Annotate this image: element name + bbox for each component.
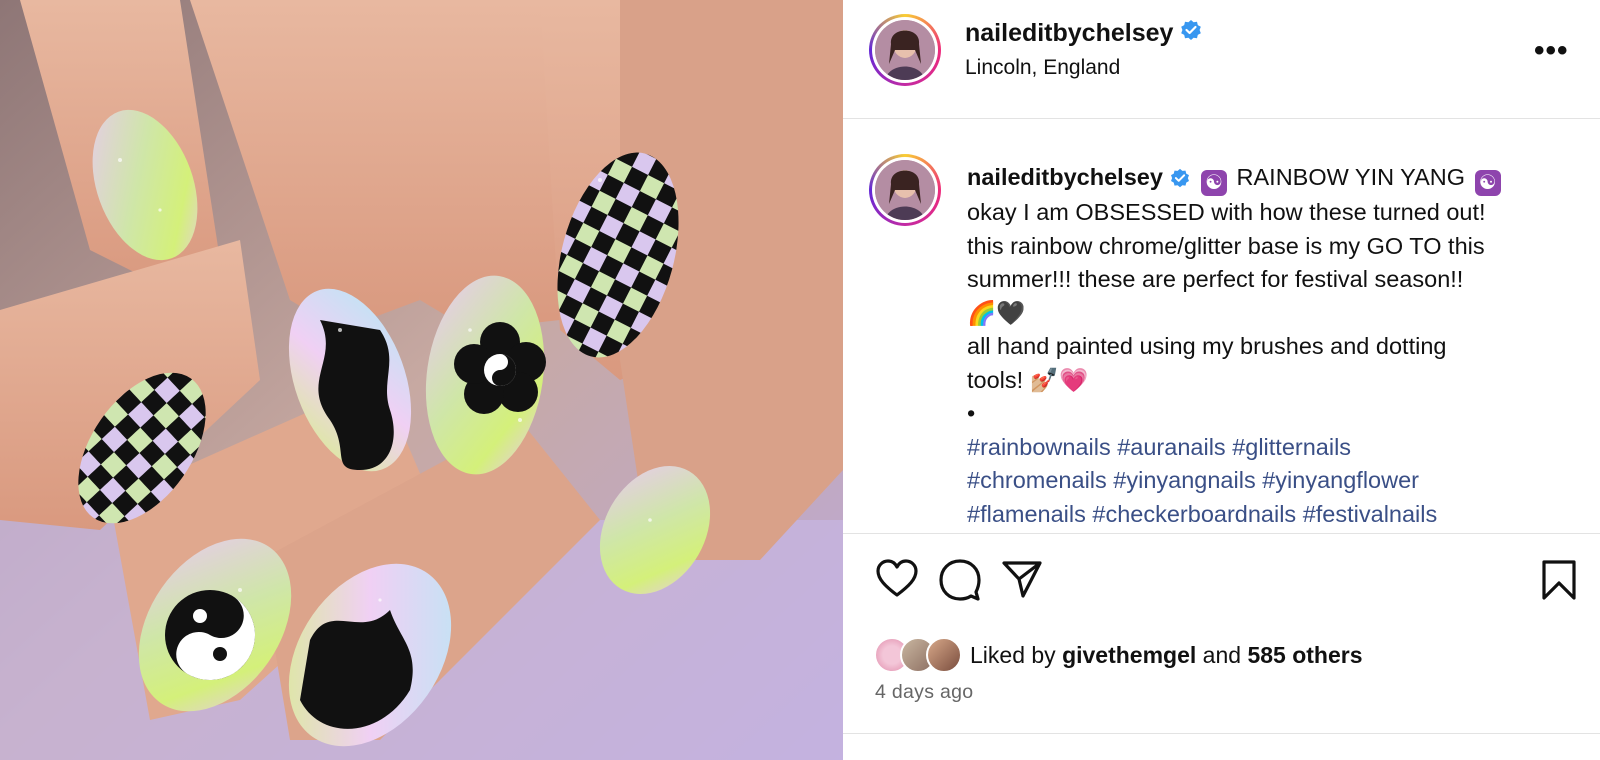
likes-others-count[interactable]: 585 others: [1247, 642, 1362, 668]
caption-avatar-image: [875, 160, 935, 220]
hashtag-line[interactable]: #flamenails #checkerboardnails #festival…: [967, 498, 1567, 532]
post-caption: naileditbychelsey ☯ RAINBOW YIN YANG ☯ o…: [967, 161, 1567, 531]
avatar-image: [875, 20, 935, 80]
likes-summary: Liked by givethemgel and 585 others: [970, 642, 1363, 669]
more-options-icon[interactable]: •••: [1534, 34, 1569, 68]
rainbow-heart-emoji-icon: 🌈🖤: [967, 299, 1026, 326]
caption-line: this rainbow chrome/glitter base is my G…: [967, 232, 1485, 259]
yin-yang-emoji-icon: ☯: [1200, 170, 1227, 196]
caption-avatar[interactable]: [869, 154, 941, 226]
post-author-username[interactable]: naileditbychelsey: [965, 19, 1173, 48]
avatar[interactable]: [869, 14, 941, 86]
caption-line: okay I am OBSESSED with how these turned…: [967, 199, 1486, 225]
comment-icon[interactable]: [938, 559, 982, 606]
post-location[interactable]: Lincoln, England: [965, 56, 1120, 80]
divider: [843, 733, 1600, 734]
post-photo[interactable]: [0, 0, 843, 760]
instagram-post: naileditbychelsey Lincoln, England ••• n…: [0, 0, 1600, 760]
hashtag-line[interactable]: #rainbownails #auranails #glitternails: [967, 431, 1567, 465]
caption-line: summer!!! these are perfect for festival…: [967, 266, 1464, 292]
liked-by-username[interactable]: givethemgel: [1062, 642, 1196, 668]
verified-badge-icon: [1169, 162, 1191, 196]
verified-badge-icon: [1179, 19, 1203, 48]
bookmark-icon[interactable]: [1541, 559, 1577, 606]
caption-line: all hand painted using my brushes and do…: [967, 333, 1447, 359]
share-icon[interactable]: [1001, 559, 1043, 604]
heart-icon[interactable]: [875, 559, 919, 604]
caption-area: naileditbychelsey ☯ RAINBOW YIN YANG ☯ o…: [843, 119, 1600, 533]
nail-art-image: [0, 0, 843, 760]
caption-bullet: •: [967, 400, 976, 426]
post-header: naileditbychelsey Lincoln, England •••: [843, 0, 1600, 119]
caption-title: RAINBOW YIN YANG: [1236, 164, 1466, 190]
nail-polish-heart-emoji-icon: 💅🏼💗: [1029, 366, 1089, 393]
caption-line: tools!: [967, 366, 1024, 393]
yin-yang-emoji-icon: ☯: [1474, 170, 1501, 196]
post-timestamp[interactable]: 4 days ago: [875, 681, 973, 704]
post-panel: naileditbychelsey Lincoln, England ••• n…: [843, 0, 1600, 760]
post-actions: Liked by givethemgel and 585 others 4 da…: [843, 533, 1600, 734]
liker-avatar[interactable]: [926, 637, 962, 673]
hashtag-line[interactable]: #chromenails #yinyangnails #yinyangflowe…: [967, 464, 1567, 498]
likes-and: and: [1202, 641, 1242, 668]
likes-row: Liked by givethemgel and 585 others: [874, 635, 1363, 675]
caption-username[interactable]: naileditbychelsey: [967, 164, 1163, 190]
likes-prefix: Liked by: [970, 641, 1056, 668]
